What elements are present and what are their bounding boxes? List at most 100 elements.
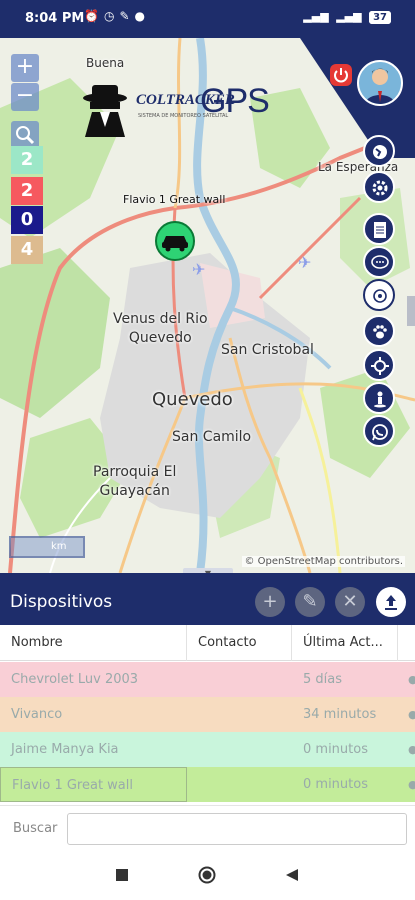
avatar[interactable]: [357, 60, 403, 106]
svg-text:✈: ✈: [192, 260, 205, 279]
devices-table-header: Nombre Contacto Última Act...: [0, 625, 415, 661]
place-label: Parroquia El Guayacán: [93, 464, 177, 499]
messages-button[interactable]: [363, 246, 395, 278]
place-label: Quevedo: [152, 389, 233, 410]
power-icon: [330, 64, 352, 86]
settings-button[interactable]: [363, 171, 395, 203]
wrench-icon: ✎: [119, 9, 135, 23]
upload-button[interactable]: [376, 587, 406, 617]
status-time: 8:04 PM: [25, 11, 85, 26]
search-icon: [16, 126, 35, 145]
document-icon: [374, 222, 386, 238]
count-offline[interactable]: 2: [11, 177, 43, 205]
target-button[interactable]: [363, 279, 395, 311]
coltracker-logo: COLTRACKER GPS SISTEMA DE MONITOREO SATE…: [80, 82, 270, 137]
car-icon: [162, 236, 188, 252]
upload-icon: [385, 595, 397, 610]
device-last-update: 5 días: [303, 672, 343, 687]
device-name: Jaime Manya Kia: [11, 742, 119, 757]
recents-button[interactable]: [115, 867, 129, 886]
edit-device-button[interactable]: ✎: [295, 587, 325, 617]
triangle-back-icon: [286, 869, 298, 881]
device-contact: [187, 697, 292, 732]
table-row[interactable]: Jaime Manya Kia 0 minutos ●: [0, 732, 415, 767]
device-last-update: 34 minutos: [303, 707, 377, 722]
delete-icon: ✕: [342, 591, 358, 612]
whatsapp-icon: [372, 424, 388, 441]
gear-icon: [372, 180, 388, 196]
place-label: San Cristobal: [221, 342, 314, 358]
place-label: Buena: [86, 56, 125, 70]
back-button[interactable]: [285, 867, 299, 886]
place-label: San Camilo: [172, 429, 252, 445]
device-name: Chevrolet Luv 2003: [11, 672, 139, 687]
device-last-update: 0 minutos: [303, 742, 368, 757]
svg-text:✈: ✈: [298, 253, 311, 272]
devices-title: Dispositivos: [10, 592, 113, 612]
scale-bar: km: [9, 536, 85, 558]
locate-button[interactable]: [363, 349, 395, 381]
device-name: Vivanco: [11, 707, 63, 722]
delete-device-button[interactable]: ✕: [335, 587, 365, 617]
device-contact: [187, 732, 292, 767]
column-header-last-update[interactable]: Última Act...: [292, 625, 398, 661]
user-avatar-icon: [365, 68, 395, 104]
street-view-button[interactable]: [363, 382, 395, 414]
place-label: Venus del Rio Quevedo: [113, 311, 208, 346]
search-label: Buscar: [13, 821, 58, 836]
zoom-in-button[interactable]: +: [11, 54, 39, 82]
search-input[interactable]: [67, 813, 407, 845]
target-icon: [373, 289, 387, 303]
row-status-dot: ●: [408, 743, 415, 756]
person-pin-icon: [374, 391, 386, 408]
status-bar: 8:04 PM ⏰◷✎● ▂▄▆ ▂▄▆ 37: [0, 0, 415, 38]
circle-icon: [198, 866, 216, 884]
clock-icon: ◷: [103, 9, 120, 23]
table-row[interactable]: Flavio 1 Great wall 0 minutos ●: [0, 767, 415, 802]
count-stopped[interactable]: 0: [11, 206, 43, 234]
scale-label: km: [51, 541, 67, 552]
count-online[interactable]: 2: [11, 146, 43, 174]
signal-icon: ▂▄▆: [303, 10, 329, 23]
devices-header: Dispositivos + ✎ ✕: [0, 573, 415, 625]
logout-button[interactable]: [330, 64, 352, 86]
count-idle[interactable]: 4: [11, 236, 43, 264]
crosshair-icon: [371, 357, 389, 375]
vehicle-label: Flavio 1 Great wall: [123, 193, 226, 206]
map-view[interactable]: ✈ ✈ Buena La Esperanza Venus del Rio Que…: [0, 38, 415, 573]
table-row[interactable]: Chevrolet Luv 2003 5 días ●: [0, 662, 415, 697]
globe-icon: [373, 145, 387, 159]
notification-icon: ●: [134, 9, 150, 23]
column-header-name[interactable]: Nombre: [0, 625, 187, 661]
layers-button[interactable]: [363, 135, 395, 167]
device-contact: [187, 662, 292, 697]
table-row[interactable]: Vivanco 34 minutos ●: [0, 697, 415, 732]
battery-icon: 37: [369, 11, 391, 24]
row-status-dot: ●: [408, 673, 415, 686]
row-status-dot: ●: [408, 778, 415, 791]
row-status-dot: ●: [408, 708, 415, 721]
add-icon: +: [262, 591, 278, 612]
status-notification-icons: ⏰◷✎●: [84, 9, 150, 23]
map-search-button[interactable]: [11, 121, 39, 149]
add-device-button[interactable]: +: [255, 587, 285, 617]
home-button[interactable]: [198, 866, 216, 888]
edit-icon: ✎: [302, 591, 318, 612]
reports-button[interactable]: [363, 213, 395, 245]
vehicle-marker[interactable]: [155, 221, 195, 261]
status-system-icons: ▂▄▆ ▂▄▆ 37: [299, 10, 391, 24]
device-name: Flavio 1 Great wall: [0, 767, 187, 802]
spy-logo-icon: [83, 85, 127, 137]
pets-button[interactable]: [363, 315, 395, 347]
paw-icon: [373, 325, 387, 339]
device-contact: [187, 767, 292, 802]
alarm-icon: ⏰: [84, 9, 104, 23]
side-drawer-handle[interactable]: [407, 296, 415, 326]
map-attribution[interactable]: © OpenStreetMap contributors.: [242, 556, 405, 567]
chat-icon: [371, 255, 389, 269]
search-row: Buscar: [0, 805, 415, 851]
logo-tagline: SISTEMA DE MONITOREO SATELITAL: [138, 113, 229, 119]
whatsapp-button[interactable]: [363, 415, 395, 447]
zoom-out-button[interactable]: −: [11, 83, 39, 111]
column-header-contact[interactable]: Contacto: [187, 625, 292, 661]
